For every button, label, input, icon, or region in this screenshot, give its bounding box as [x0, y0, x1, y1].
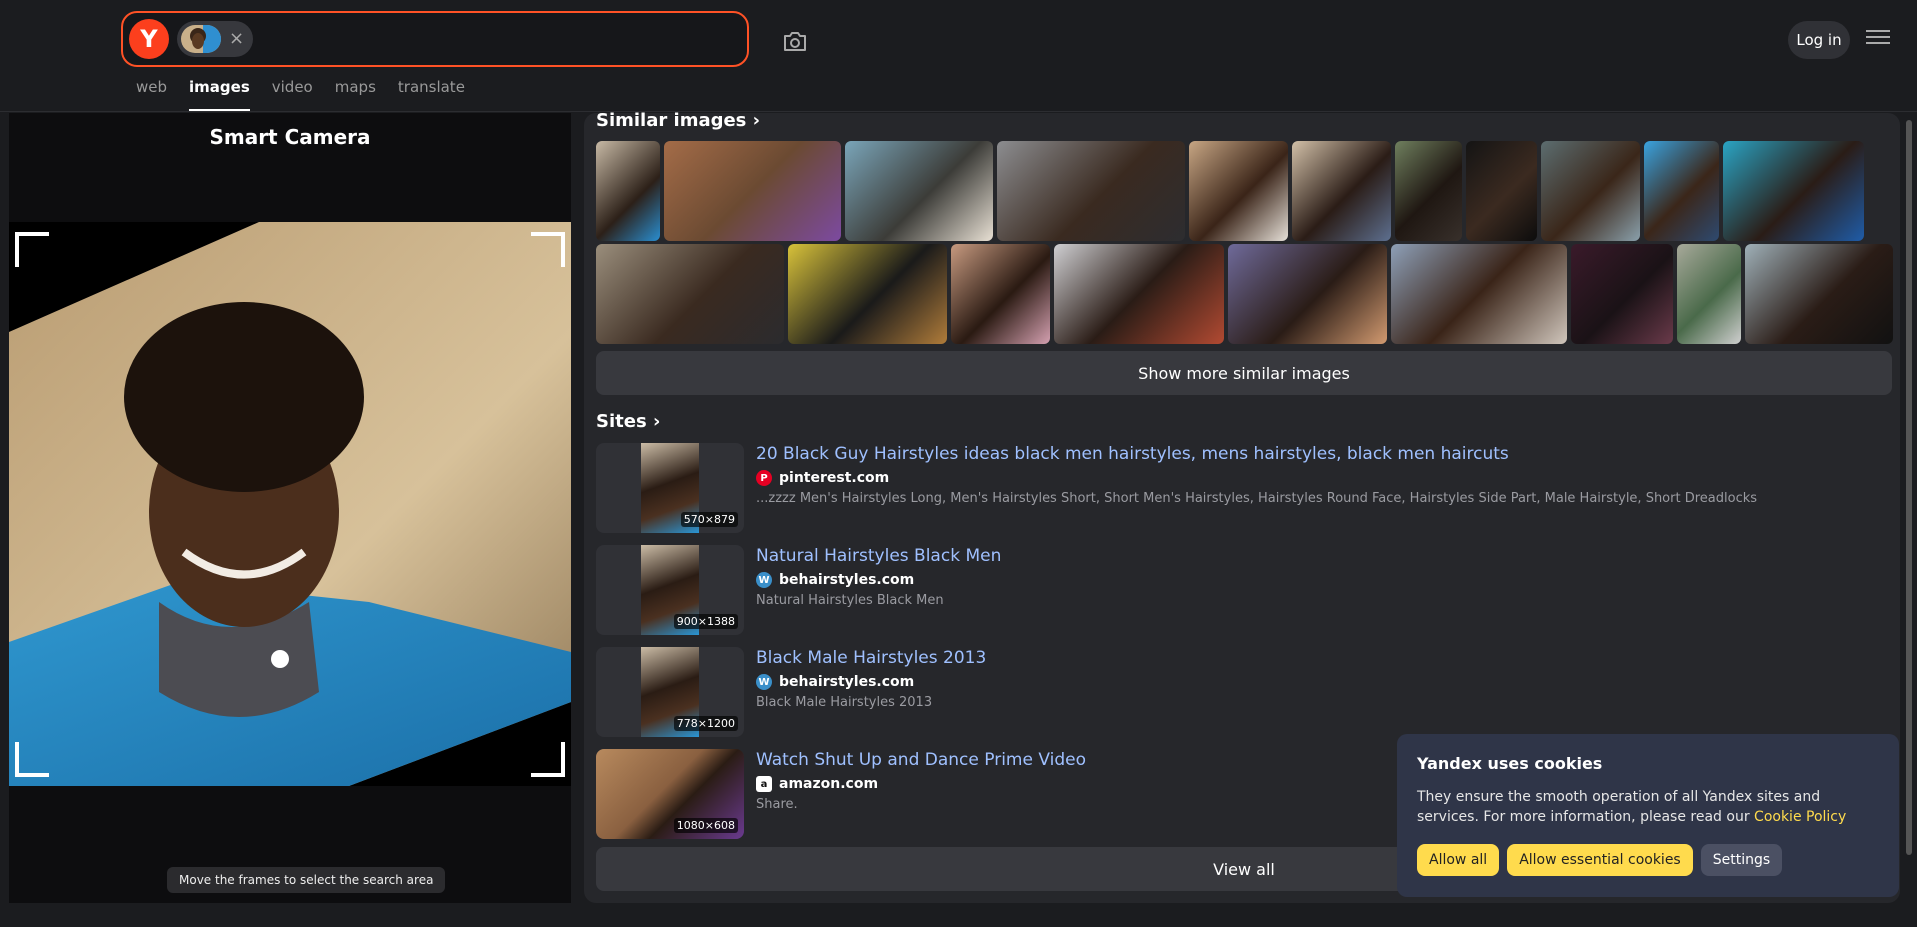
image-resolution: 570×879: [680, 512, 738, 527]
site-description: Black Male Hairstyles 2013: [756, 695, 933, 710]
query-photo[interactable]: [9, 222, 571, 786]
site-thumbnail[interactable]: 900×1388: [596, 545, 744, 635]
similar-image[interactable]: [788, 244, 947, 344]
image-resolution: 900×1388: [673, 614, 738, 629]
similar-image[interactable]: [1395, 141, 1462, 241]
similar-image[interactable]: [1723, 141, 1864, 241]
camera-search-icon[interactable]: [778, 24, 812, 58]
panel-title: Smart Camera: [209, 125, 371, 149]
clear-image-icon[interactable]: ×: [229, 30, 244, 48]
similar-image[interactable]: [1466, 141, 1537, 241]
similar-image[interactable]: [1677, 244, 1741, 344]
sites-heading[interactable]: Sites ›: [596, 411, 660, 432]
similar-image[interactable]: [664, 141, 841, 241]
similar-images-heading[interactable]: Similar images ›: [596, 110, 760, 131]
similar-image[interactable]: [1745, 244, 1893, 344]
site-title-link[interactable]: 20 Black Guy Hairstyles ideas black men …: [756, 444, 1509, 464]
site-thumbnail[interactable]: 1080×608: [596, 749, 744, 839]
site-title-link[interactable]: Black Male Hairstyles 2013: [756, 648, 986, 668]
site-result[interactable]: 900×1388 Natural Hairstyles Black Men W …: [596, 545, 1892, 637]
site-domain[interactable]: a amazon.com: [756, 776, 878, 792]
cookie-title: Yandex uses cookies: [1417, 754, 1603, 773]
login-button[interactable]: Log in: [1788, 21, 1850, 59]
smart-camera-panel: Smart Camera Move the frames to select t…: [9, 113, 571, 903]
site-domain[interactable]: W behairstyles.com: [756, 572, 914, 588]
similar-images-row-1: [596, 141, 1864, 241]
site-title-link[interactable]: Watch Shut Up and Dance Prime Video: [756, 750, 1086, 770]
similar-image[interactable]: [1541, 141, 1640, 241]
site-result[interactable]: 570×879 20 Black Guy Hairstyles ideas bl…: [596, 443, 1892, 535]
header: Y × Log in web images video maps transla…: [0, 0, 1917, 112]
allow-all-button[interactable]: Allow all: [1417, 844, 1500, 876]
site-thumbnail[interactable]: 778×1200: [596, 647, 744, 737]
cookie-settings-button[interactable]: Settings: [1700, 844, 1783, 876]
image-resolution: 778×1200: [673, 716, 738, 731]
image-resolution: 1080×608: [673, 818, 738, 833]
yandex-logo[interactable]: Y: [129, 19, 169, 59]
similar-image[interactable]: [596, 244, 784, 344]
tab-maps[interactable]: maps: [335, 78, 376, 111]
similar-image[interactable]: [1292, 141, 1391, 241]
similar-images-row-2: [596, 244, 1893, 344]
pinterest-icon: P: [756, 470, 772, 486]
show-more-similar-button[interactable]: Show more similar images: [596, 351, 1892, 395]
similar-image[interactable]: [1644, 141, 1719, 241]
site-thumbnail[interactable]: 570×879: [596, 443, 744, 533]
similar-image[interactable]: [1391, 244, 1567, 344]
site-domain[interactable]: P pinterest.com: [756, 470, 889, 486]
amazon-icon: a: [756, 776, 772, 792]
tab-video[interactable]: video: [272, 78, 313, 111]
tab-images[interactable]: images: [189, 78, 250, 111]
allow-essential-button[interactable]: Allow essential cookies: [1507, 844, 1693, 876]
similar-image[interactable]: [1228, 244, 1387, 344]
similar-image[interactable]: [1571, 244, 1673, 344]
site-domain[interactable]: W behairstyles.com: [756, 674, 914, 690]
similar-image[interactable]: [1189, 141, 1288, 241]
query-image-thumbnail: [181, 25, 221, 53]
cookie-text: They ensure the smooth operation of all …: [1417, 789, 1847, 825]
site-description: ...zzzz Men's Hairstyles Long, Men's Hai…: [756, 491, 1758, 506]
wordpress-icon: W: [756, 674, 772, 690]
tab-translate[interactable]: translate: [398, 78, 465, 111]
similar-image[interactable]: [951, 244, 1050, 344]
similar-image[interactable]: [845, 141, 993, 241]
search-tabs: web images video maps translate: [136, 78, 487, 111]
wordpress-icon: W: [756, 572, 772, 588]
hamburger-menu-icon[interactable]: [1866, 26, 1890, 50]
search-bar[interactable]: Y ×: [121, 11, 749, 67]
selection-hint: Move the frames to select the search are…: [167, 867, 446, 893]
similar-image[interactable]: [596, 141, 660, 241]
site-title-link[interactable]: Natural Hairstyles Black Men: [756, 546, 1001, 566]
similar-image[interactable]: [1054, 244, 1224, 344]
site-description: Natural Hairstyles Black Men: [756, 593, 944, 608]
cookie-banner: Yandex uses cookies They ensure the smoo…: [1397, 734, 1899, 897]
site-result[interactable]: 778×1200 Black Male Hairstyles 2013 W be…: [596, 647, 1892, 739]
site-description: Share.: [756, 797, 798, 812]
similar-image[interactable]: [997, 141, 1185, 241]
scrollbar[interactable]: [1906, 120, 1912, 855]
image-query-chip[interactable]: ×: [177, 21, 253, 57]
tab-web[interactable]: web: [136, 78, 167, 111]
cookie-policy-link[interactable]: Cookie Policy: [1754, 809, 1846, 825]
